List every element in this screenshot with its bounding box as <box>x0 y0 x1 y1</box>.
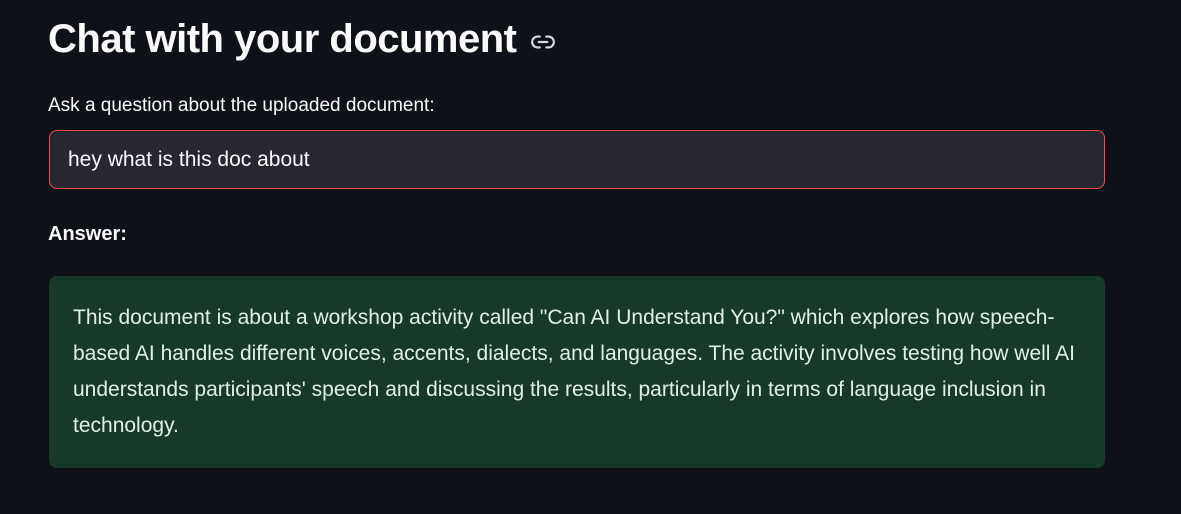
app-main: Chat with your document Ask a question a… <box>0 0 1181 514</box>
answer-box: This document is about a workshop activi… <box>49 276 1105 468</box>
page-title: Chat with your document <box>48 17 517 61</box>
answer-label: Answer: <box>48 223 127 245</box>
link-icon[interactable] <box>529 28 557 56</box>
question-label: Ask a question about the uploaded docume… <box>48 95 435 116</box>
question-input[interactable] <box>49 130 1105 189</box>
answer-text: This document is about a workshop activi… <box>73 306 1075 437</box>
page-header: Chat with your document <box>48 14 557 64</box>
